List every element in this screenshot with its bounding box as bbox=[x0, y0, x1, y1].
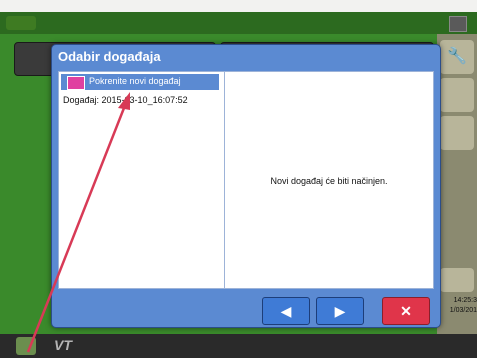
dialog-title: Odabir događaja bbox=[58, 49, 161, 64]
event-detail-panel: Novi događaj će biti načinjen. bbox=[224, 71, 434, 289]
gps-icon[interactable] bbox=[440, 268, 474, 292]
clock-time: 14:25:3 bbox=[453, 297, 477, 304]
top-bar bbox=[0, 12, 477, 34]
previous-button[interactable]: ◀ bbox=[262, 297, 310, 325]
menu-icon[interactable] bbox=[449, 16, 467, 32]
grid-icon[interactable] bbox=[440, 116, 474, 150]
clock-date: 1/03/201 bbox=[449, 307, 477, 314]
vt-label[interactable]: VT bbox=[54, 337, 72, 353]
brand-logo-icon bbox=[6, 16, 36, 30]
start-new-event-label: Pokrenite novi događaj bbox=[89, 76, 181, 86]
event-list: Pokrenite novi događaj Događaj: 2015-03-… bbox=[58, 71, 226, 289]
terminal-screen: 🔧 14:25:3 1/03/201 VT Odabir događaja Po… bbox=[0, 12, 477, 358]
bottom-bar: VT bbox=[0, 334, 477, 358]
wrench-icon[interactable]: 🔧 bbox=[440, 40, 474, 74]
event-item[interactable]: Događaj: 2015-03-10_16:07:52 bbox=[63, 95, 188, 105]
next-button[interactable]: ▶ bbox=[316, 297, 364, 325]
close-button[interactable]: ✕ bbox=[382, 297, 430, 325]
start-new-event-item[interactable]: Pokrenite novi događaj bbox=[61, 74, 219, 90]
bottle-icon[interactable] bbox=[440, 78, 474, 112]
new-event-icon bbox=[67, 76, 85, 90]
detail-message: Novi događaj će biti načinjen. bbox=[270, 176, 388, 186]
event-selection-dialog: Odabir događaja Pokrenite novi događaj D… bbox=[51, 44, 441, 328]
home-icon[interactable] bbox=[16, 337, 36, 355]
right-side-panel: 🔧 14:25:3 1/03/201 bbox=[437, 34, 477, 334]
